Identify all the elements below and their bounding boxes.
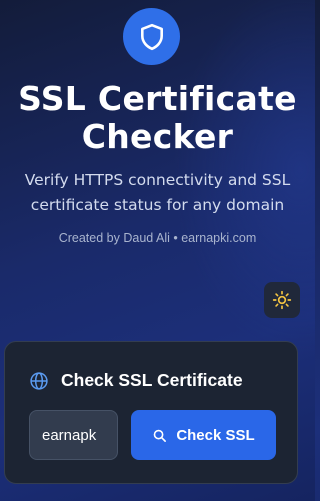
- card-header: Check SSL Certificate: [29, 370, 243, 391]
- card-title: Check SSL Certificate: [61, 370, 243, 390]
- page-subtitle: Verify HTTPS connectivity and SSL certif…: [24, 171, 291, 214]
- theme-toggle-button[interactable]: [264, 282, 300, 318]
- shield-icon: [140, 23, 163, 50]
- page-title: SSL Certificate Checker: [18, 79, 297, 156]
- author-credit: Created by Daud Ali • earnapki.com: [58, 231, 257, 245]
- domain-input[interactable]: [29, 410, 118, 460]
- check-ssl-button[interactable]: Check SSL: [131, 410, 276, 460]
- globe-icon: [30, 371, 48, 390]
- sun-icon: [272, 290, 292, 310]
- app-logo: [123, 8, 180, 65]
- check-ssl-label: Check SSL: [176, 426, 255, 444]
- ssl-check-card: Check SSL Certificate Check SSL: [4, 341, 298, 484]
- search-icon: [154, 429, 167, 442]
